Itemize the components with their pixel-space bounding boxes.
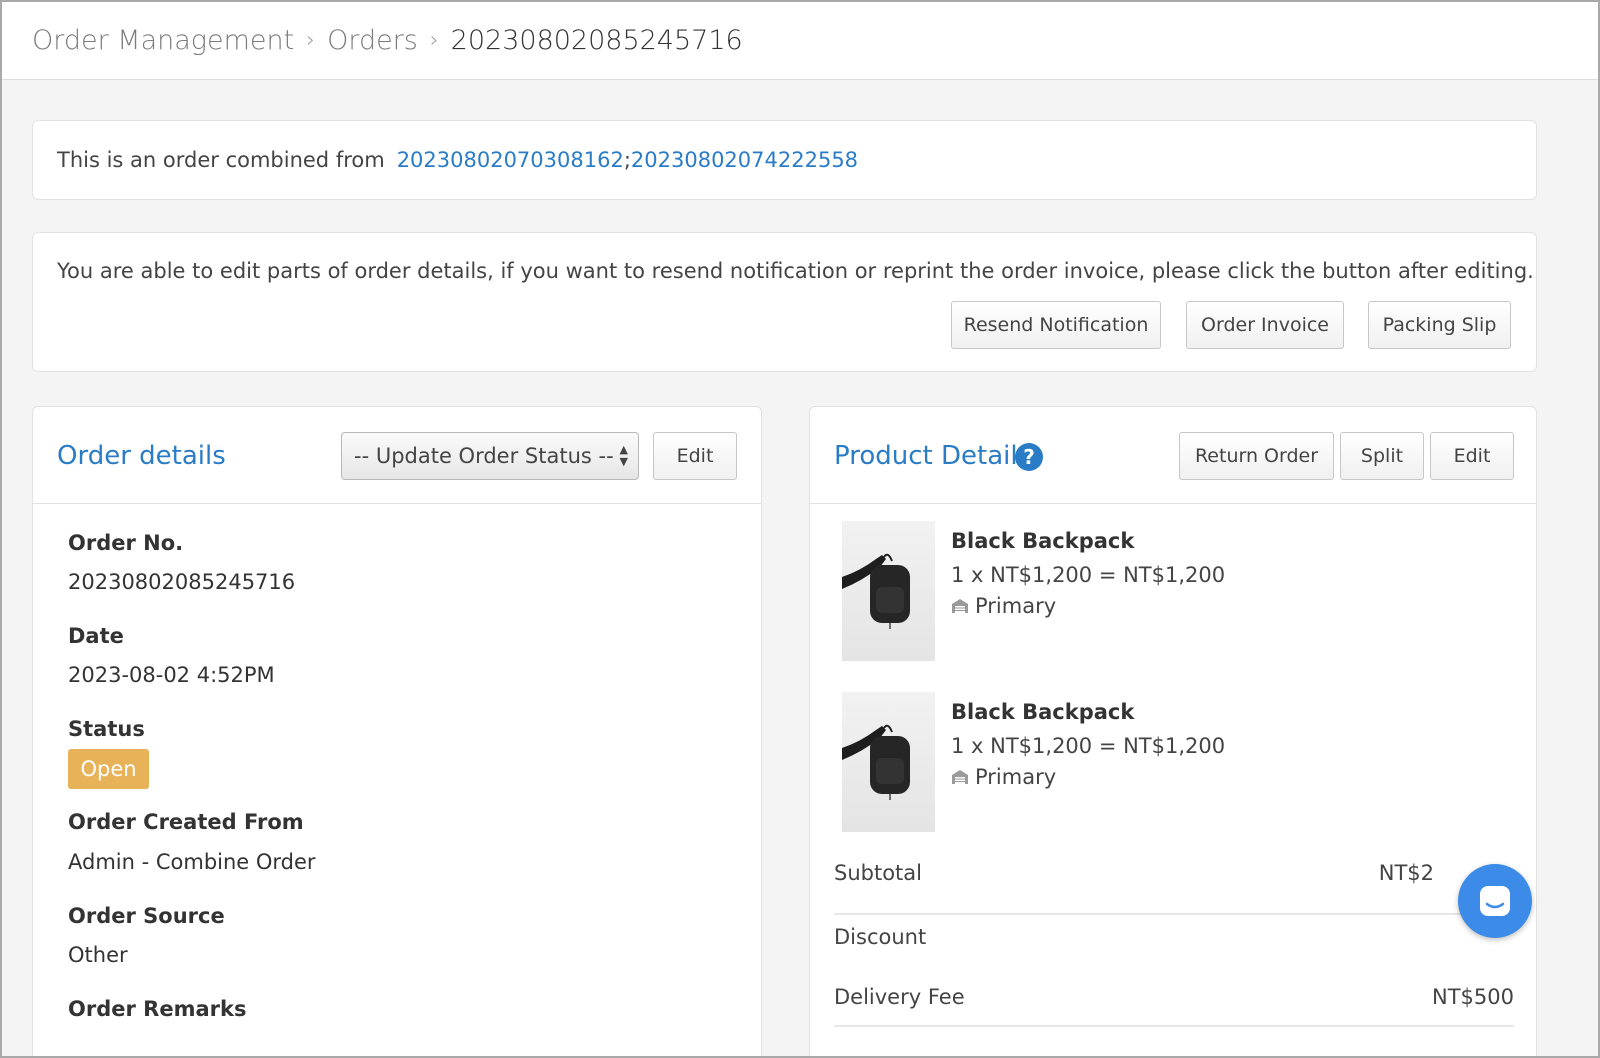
order-no-value: 20230802085245716 — [68, 570, 296, 594]
product-location: Primary — [951, 594, 1056, 618]
product-location-label: Primary — [975, 765, 1057, 789]
order-source-label: Order Source — [68, 904, 225, 928]
warehouse-icon — [952, 599, 968, 613]
delivery-fee-value: NT$500 — [1432, 985, 1514, 1009]
combined-order-separator: ; — [623, 148, 631, 172]
discount-label: Discount — [834, 925, 927, 949]
delivery-fee-label: Delivery Fee — [834, 985, 965, 1009]
subtotal-label: Subtotal — [834, 861, 922, 885]
order-no-label: Order No. — [68, 531, 184, 555]
order-details-edit-button[interactable]: Edit — [653, 432, 737, 480]
date-value: 2023-08-02 4:52PM — [68, 663, 275, 687]
order-details-title: Order details — [57, 441, 226, 471]
return-order-button[interactable]: Return Order — [1179, 432, 1334, 480]
breadcrumb-order-management[interactable]: Order Management — [32, 25, 294, 56]
order-source-value: Other — [68, 943, 128, 967]
product-details-title: Product Details — [834, 441, 1032, 471]
subtotal-row: Subtotal NT$2 — [834, 861, 1514, 885]
subtotal-value: NT$2 — [1378, 861, 1434, 885]
chat-icon — [1480, 886, 1510, 916]
product-thumbnail[interactable] — [842, 692, 935, 832]
chevron-right-icon: › — [429, 28, 439, 53]
summary-divider — [834, 1025, 1514, 1027]
select-arrows-icon: ▲ ▼ — [619, 443, 628, 468]
breadcrumb: Order Management › Orders › 202308020852… — [2, 2, 1598, 80]
resend-notification-button[interactable]: Resend Notification — [951, 301, 1161, 349]
product-item: Black Backpack 1 x NT$1,200 = NT$1,200 P… — [842, 521, 1502, 661]
product-item: Black Backpack 1 x NT$1,200 = NT$1,200 P… — [842, 692, 1502, 832]
product-name[interactable]: Black Backpack — [951, 700, 1134, 724]
combined-order-notice: This is an order combined from 202308020… — [32, 120, 1537, 200]
combined-order-link-1[interactable]: 20230802070308162 — [397, 148, 624, 172]
product-name[interactable]: Black Backpack — [951, 529, 1134, 553]
product-details-header: Product Details ? Return Order Split Edi… — [810, 407, 1536, 504]
date-label: Date — [68, 624, 124, 648]
warehouse-icon — [952, 770, 968, 784]
order-invoice-button[interactable]: Order Invoice — [1186, 301, 1344, 349]
status-badge: Open — [68, 749, 149, 789]
chevron-right-icon: › — [306, 28, 316, 53]
product-location-label: Primary — [975, 594, 1057, 618]
packing-slip-button[interactable]: Packing Slip — [1368, 301, 1511, 349]
breadcrumb-current-order: 20230802085245716 — [450, 25, 743, 56]
product-details-edit-button[interactable]: Edit — [1430, 432, 1514, 480]
delivery-fee-row: Delivery Fee NT$500 — [834, 985, 1514, 1009]
combined-order-text: This is an order combined from — [57, 148, 385, 172]
update-order-status-value: -- Update Order Status -- — [354, 444, 614, 468]
product-details-card: Product Details ? Return Order Split Edi… — [809, 406, 1537, 1056]
update-order-status-select[interactable]: -- Update Order Status -- ▲ ▼ — [341, 432, 639, 480]
order-created-from-value: Admin - Combine Order — [68, 850, 316, 874]
combined-order-link-2[interactable]: 20230802074222558 — [631, 148, 858, 172]
order-details-header: Order details -- Update Order Status -- … — [33, 407, 761, 504]
breadcrumb-orders[interactable]: Orders — [327, 25, 418, 56]
chat-launcher-button[interactable] — [1458, 864, 1532, 938]
status-label: Status — [68, 717, 145, 741]
product-price: 1 x NT$1,200 = NT$1,200 — [951, 734, 1226, 758]
edit-notice-panel: You are able to edit parts of order deta… — [32, 232, 1537, 372]
app-frame: Order Management › Orders › 202308020852… — [0, 0, 1600, 1058]
split-button[interactable]: Split — [1340, 432, 1424, 480]
product-location: Primary — [951, 765, 1056, 789]
help-icon[interactable]: ? — [1015, 443, 1043, 471]
order-details-card: Order details -- Update Order Status -- … — [32, 406, 762, 1056]
edit-notice-message: You are able to edit parts of order deta… — [57, 259, 1534, 283]
order-remarks-label: Order Remarks — [68, 997, 247, 1021]
summary-divider — [834, 913, 1514, 915]
product-price: 1 x NT$1,200 = NT$1,200 — [951, 563, 1226, 587]
product-thumbnail[interactable] — [842, 521, 935, 661]
discount-row: Discount — [834, 925, 1514, 949]
order-created-from-label: Order Created From — [68, 810, 304, 834]
